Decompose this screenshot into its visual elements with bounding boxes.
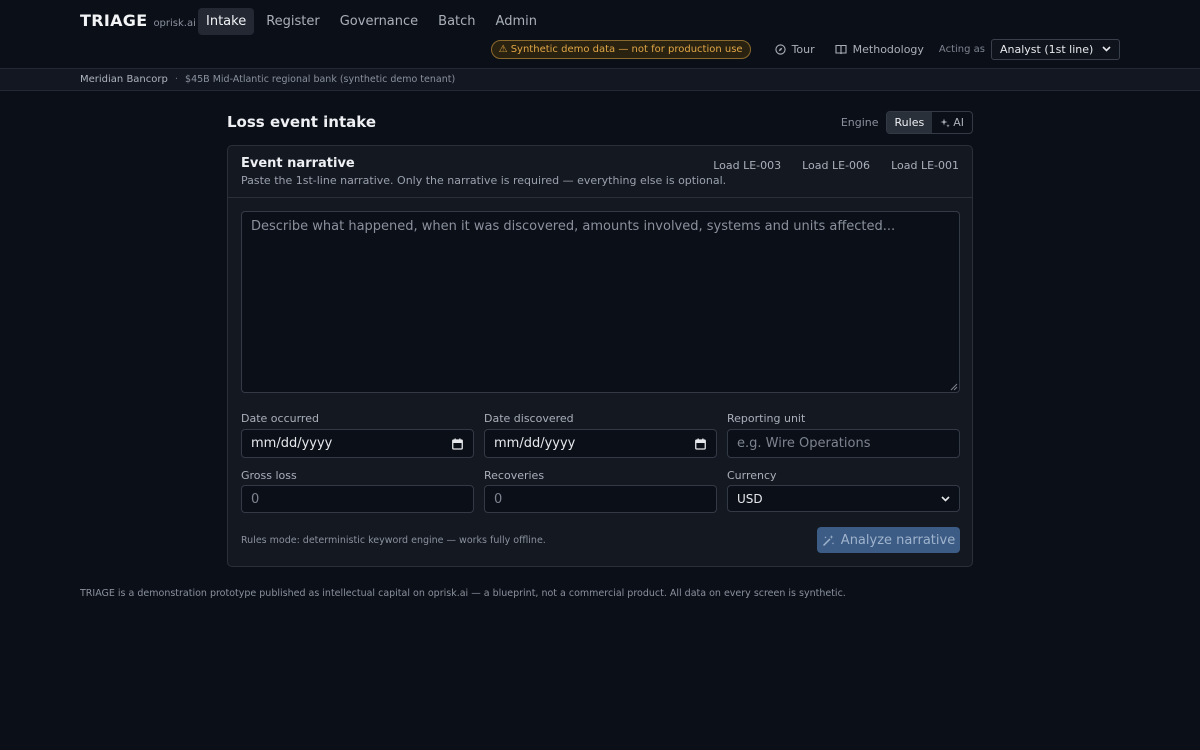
currency-value: USD xyxy=(737,491,763,506)
recoveries-label: Recoveries xyxy=(484,469,545,482)
engine-toggle: Rules AI xyxy=(885,111,973,134)
tenant-name: Meridian Bancorp xyxy=(80,74,168,85)
rules-mode-note: Rules mode: deterministic keyword engine… xyxy=(241,535,546,546)
tenant-bar: Meridian Bancorp · $45B Mid-Atlantic reg… xyxy=(0,68,1200,91)
analyze-narrative-button[interactable]: Analyze narrative xyxy=(817,527,960,553)
tab-admin[interactable]: Admin xyxy=(488,8,545,35)
date-discovered-value: mm/dd/yyyy xyxy=(494,436,576,451)
calendar-icon[interactable] xyxy=(452,438,463,450)
app-domain: oprisk.ai xyxy=(153,18,196,29)
engine-option-ai[interactable]: AI xyxy=(932,112,972,133)
currency-select[interactable]: USD xyxy=(727,485,960,512)
reporting-unit-input[interactable]: e.g. Wire Operations xyxy=(727,429,960,458)
acting-as-label: Acting as xyxy=(938,43,985,55)
sparkle-icon xyxy=(940,118,951,128)
header-actions: ⚠ Synthetic demo data — not for producti… xyxy=(490,38,1120,60)
analyze-label: Analyze narrative xyxy=(840,532,956,548)
role-select[interactable]: Analyst (1st line) xyxy=(991,38,1120,60)
role-value: Analyst (1st line) xyxy=(1000,42,1094,56)
wand-icon xyxy=(822,534,835,546)
narrative-textarea[interactable] xyxy=(241,211,960,393)
app-name: TRIAGE xyxy=(80,11,148,30)
date-discovered-input[interactable]: mm/dd/yyyy xyxy=(484,429,717,458)
currency-label: Currency xyxy=(727,469,777,482)
calendar-icon[interactable] xyxy=(695,438,706,450)
methodology-link[interactable]: Methodology xyxy=(835,43,924,56)
synthetic-data-badge: ⚠ Synthetic demo data — not for producti… xyxy=(490,39,751,59)
compass-icon xyxy=(774,43,786,55)
date-discovered-label: Date discovered xyxy=(484,412,574,425)
card-title: Event narrative xyxy=(241,156,355,171)
tab-intake[interactable]: Intake xyxy=(198,8,255,35)
footer-disclaimer: TRIAGE is a demonstration prototype publ… xyxy=(80,588,846,599)
engine-label: Engine xyxy=(840,116,879,129)
gross-loss-label: Gross loss xyxy=(241,469,297,482)
card-subtitle: Paste the 1st-line narrative. Only the n… xyxy=(241,174,727,187)
load-le-006-button[interactable]: Load LE-006 xyxy=(802,159,870,172)
brand[interactable]: TRIAGE oprisk.ai xyxy=(80,11,196,30)
reporting-unit-label: Reporting unit xyxy=(727,412,806,425)
tab-governance[interactable]: Governance xyxy=(332,8,426,35)
methodology-label: Methodology xyxy=(852,42,924,56)
engine-switch: Engine Rules AI xyxy=(841,111,973,134)
tour-label: Tour xyxy=(791,42,815,56)
load-le-001-button[interactable]: Load LE-001 xyxy=(891,159,959,172)
gross-loss-placeholder: 0 xyxy=(251,491,260,507)
main-tabs: Intake Register Governance Batch Admin xyxy=(198,8,547,35)
tenant-description: $45B Mid-Atlantic regional bank (synthet… xyxy=(185,74,456,85)
tab-batch[interactable]: Batch xyxy=(430,8,483,35)
date-occurred-value: mm/dd/yyyy xyxy=(251,436,333,451)
resize-grip-icon[interactable] xyxy=(950,383,958,391)
engine-rules-label: Rules xyxy=(894,116,925,129)
recoveries-input[interactable]: 0 xyxy=(484,485,717,513)
book-icon xyxy=(835,44,847,54)
tenant-separator: · xyxy=(174,74,179,85)
engine-option-rules[interactable]: Rules xyxy=(886,112,933,133)
event-narrative-card: Event narrative Paste the 1st-line narra… xyxy=(227,145,973,567)
card-header: Event narrative Paste the 1st-line narra… xyxy=(228,146,972,198)
sample-loaders: Load LE-003 Load LE-006 Load LE-001 xyxy=(692,159,959,172)
load-le-003-button[interactable]: Load LE-003 xyxy=(713,159,781,172)
recoveries-placeholder: 0 xyxy=(494,491,503,507)
engine-ai-label: AI xyxy=(953,116,964,129)
top-navigation: TRIAGE oprisk.ai Intake Register Governa… xyxy=(0,0,1200,68)
gross-loss-input[interactable]: 0 xyxy=(241,485,474,513)
chevron-down-icon xyxy=(941,495,950,502)
tour-link[interactable]: Tour xyxy=(774,42,815,56)
tab-register[interactable]: Register xyxy=(258,8,328,35)
page-title: Loss event intake xyxy=(227,113,376,131)
reporting-unit-placeholder: e.g. Wire Operations xyxy=(737,436,871,451)
chevron-down-icon xyxy=(1102,46,1111,52)
date-occurred-label: Date occurred xyxy=(241,412,319,425)
date-occurred-input[interactable]: mm/dd/yyyy xyxy=(241,429,474,458)
